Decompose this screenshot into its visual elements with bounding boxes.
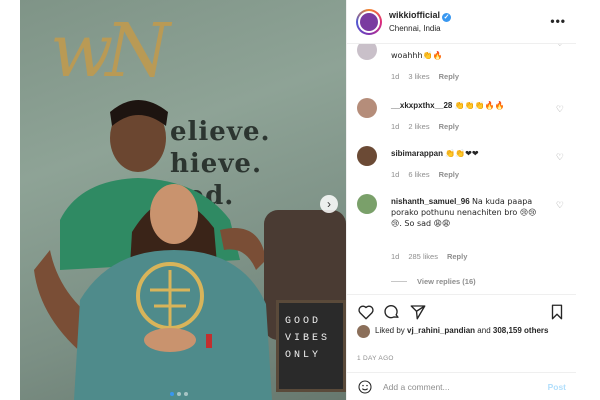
comment-likes[interactable]: 3 likes bbox=[408, 72, 429, 81]
comment-likes[interactable]: 6 likes bbox=[408, 170, 429, 179]
comment-meta: 1d 285 likes Reply bbox=[391, 252, 476, 261]
commenter-username[interactable]: __xkxpxthx__28 bbox=[391, 101, 452, 110]
liked-by-label: Liked by bbox=[375, 326, 405, 335]
post-actions bbox=[347, 294, 576, 328]
sign-line: VIBES bbox=[285, 333, 331, 344]
reply-button[interactable]: Reply bbox=[439, 72, 459, 81]
post-comment-button[interactable]: Post bbox=[548, 382, 566, 392]
verified-badge-icon: ✓ bbox=[442, 13, 452, 22]
comment-text: sibimarappan 👏👏❤❤ bbox=[391, 148, 541, 159]
author-username[interactable]: wikkiofficial ✓ bbox=[389, 10, 452, 22]
post-timestamp[interactable]: 1 DAY AGO bbox=[357, 355, 394, 362]
comment-age[interactable]: 1d bbox=[391, 252, 399, 261]
comment-age[interactable]: 1d bbox=[391, 170, 399, 179]
carousel-dot bbox=[184, 392, 188, 396]
liker-avatar[interactable] bbox=[357, 325, 370, 338]
post-location[interactable]: Chennai, India bbox=[389, 24, 441, 33]
carousel-dot-active bbox=[170, 392, 174, 396]
sign-line: GOOD bbox=[285, 316, 322, 327]
reply-button[interactable]: Reply bbox=[439, 170, 459, 179]
author-username-text[interactable]: wikkiofficial bbox=[389, 10, 440, 20]
comment-body: woahhh👏🔥 bbox=[391, 51, 443, 60]
reply-button[interactable]: Reply bbox=[447, 252, 467, 261]
comment-likes[interactable]: 285 likes bbox=[408, 252, 438, 261]
likes-count[interactable]: 308,159 others bbox=[493, 326, 549, 335]
comment-input[interactable] bbox=[383, 379, 533, 395]
comment-body: 👏👏❤❤ bbox=[445, 149, 479, 158]
reply-button[interactable]: Reply bbox=[439, 122, 459, 131]
likes-and: and bbox=[477, 326, 491, 335]
carousel-dot bbox=[177, 392, 181, 396]
emoji-icon[interactable] bbox=[357, 379, 373, 395]
comment-meta: 1d 6 likes Reply bbox=[391, 170, 468, 179]
comment-meta: 1d 2 likes Reply bbox=[391, 122, 468, 131]
add-comment-bar: Post bbox=[347, 372, 576, 400]
comment-age[interactable]: 1d bbox=[391, 122, 399, 131]
like-comment-heart-icon[interactable]: ♡ bbox=[556, 152, 564, 163]
like-comment-heart-icon[interactable]: ♡ bbox=[556, 44, 564, 49]
comment-text: woahhh👏🔥 bbox=[391, 50, 541, 61]
view-replies-label[interactable]: View replies (16) bbox=[417, 277, 476, 286]
comments-list[interactable]: woahhh👏🔥 1d 3 likes Reply ♡ __xkxpxthx__28… bbox=[347, 44, 576, 294]
commenter-username[interactable]: nishanth_samuel_96 bbox=[391, 197, 470, 206]
commenter-username[interactable]: sibimarappan bbox=[391, 149, 443, 158]
more-options-icon[interactable]: ••• bbox=[550, 14, 566, 28]
like-comment-heart-icon[interactable]: ♡ bbox=[556, 200, 564, 211]
comment-item: sibimarappan 👏👏❤❤ 1d 6 likes Reply ♡ bbox=[347, 146, 576, 186]
comment-likes[interactable]: 2 likes bbox=[408, 122, 429, 131]
author-avatar[interactable] bbox=[356, 9, 382, 35]
comment-meta: 1d 3 likes Reply bbox=[391, 72, 468, 81]
bookmark-icon[interactable] bbox=[548, 303, 566, 321]
comment-age[interactable]: 1d bbox=[391, 72, 399, 81]
comment-item: __xkxpxthx__28 👏👏👏🔥🔥 1d 2 likes Reply ♡ bbox=[347, 98, 576, 138]
comment-text: nishanth_samuel_96 Na kuda paapa porako … bbox=[391, 196, 541, 229]
heart-icon[interactable] bbox=[357, 303, 375, 321]
good-vibes-sign: GOOD VIBES ONLY bbox=[276, 300, 346, 392]
likes-text: Liked by vj_rahini_pandian and 308,159 o… bbox=[375, 325, 565, 336]
replies-divider bbox=[391, 281, 407, 282]
next-photo-button[interactable]: › bbox=[320, 195, 338, 213]
liker-username[interactable]: vj_rahini_pandian bbox=[407, 326, 475, 335]
commenter-avatar[interactable] bbox=[357, 98, 377, 118]
comment-item: woahhh👏🔥 1d 3 likes Reply ♡ bbox=[347, 44, 576, 84]
comment-icon[interactable] bbox=[383, 303, 401, 321]
commenter-avatar[interactable] bbox=[357, 44, 377, 60]
post-header: wikkiofficial ✓ Chennai, India ••• bbox=[347, 0, 576, 44]
view-replies-button[interactable]: View replies (16) bbox=[391, 277, 476, 286]
sign-line: ONLY bbox=[285, 350, 322, 361]
comment-item: nishanth_samuel_96 Na kuda paapa porako … bbox=[347, 194, 576, 274]
post-sidebar: wikkiofficial ✓ Chennai, India ••• woahhh… bbox=[346, 0, 576, 400]
comment-body: 👏👏👏🔥🔥 bbox=[454, 101, 505, 110]
share-icon[interactable] bbox=[409, 303, 427, 321]
commenter-avatar[interactable] bbox=[357, 194, 377, 214]
post-photo[interactable]: wN elieve. hieve. eed. GOOD VIBES ONLY › bbox=[20, 0, 346, 400]
comment-text: __xkxpxthx__28 👏👏👏🔥🔥 bbox=[391, 100, 541, 111]
like-comment-heart-icon[interactable]: ♡ bbox=[556, 104, 564, 115]
carousel-dots bbox=[170, 392, 188, 396]
commenter-avatar[interactable] bbox=[357, 146, 377, 166]
